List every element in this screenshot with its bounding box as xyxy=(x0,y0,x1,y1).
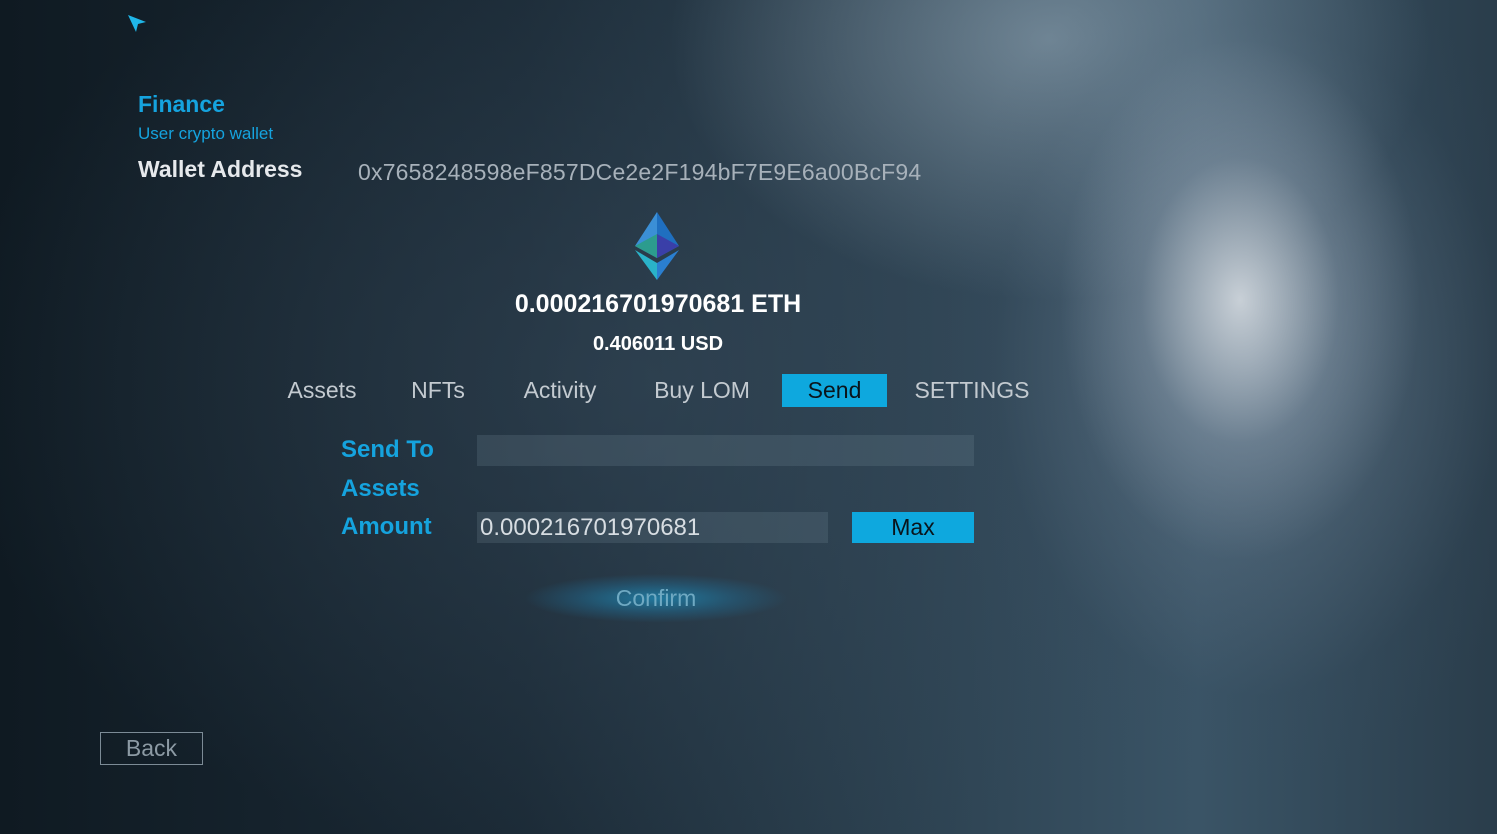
tab-activity[interactable]: Activity xyxy=(512,374,608,407)
amount-input[interactable]: 0.000216701970681 xyxy=(477,512,828,543)
tab-settings[interactable]: SETTINGS xyxy=(906,374,1038,407)
cursor-arrow-icon xyxy=(128,15,146,32)
amount-label: Amount xyxy=(341,513,432,540)
send-to-label: Send To xyxy=(341,436,434,463)
tab-nfts[interactable]: NFTs xyxy=(400,374,476,407)
eth-balance: 0.000216701970681 ETH xyxy=(514,290,802,318)
page-title: Finance xyxy=(138,91,225,117)
back-button[interactable]: Back xyxy=(100,732,203,765)
wallet-address-label: Wallet Address xyxy=(138,156,303,182)
page-subtitle: User crypto wallet xyxy=(138,124,274,143)
usd-balance: 0.406011 USD xyxy=(592,333,724,355)
tab-send[interactable]: Send xyxy=(782,374,887,407)
send-to-input[interactable] xyxy=(477,435,974,466)
wallet-tabs: Assets NFTs Activity Buy LOM Send SETTIN… xyxy=(0,374,1497,408)
assets-label: Assets xyxy=(341,475,420,502)
ethereum-icon xyxy=(635,212,679,280)
tab-assets[interactable]: Assets xyxy=(280,374,364,407)
tab-buy-lom[interactable]: Buy LOM xyxy=(644,374,760,407)
confirm-button[interactable]: Confirm xyxy=(525,565,787,629)
wallet-address-value[interactable]: 0x7658248598eF857DCe2e2F194bF7E9E6a00BcF… xyxy=(358,159,921,186)
max-button[interactable]: Max xyxy=(852,512,974,543)
